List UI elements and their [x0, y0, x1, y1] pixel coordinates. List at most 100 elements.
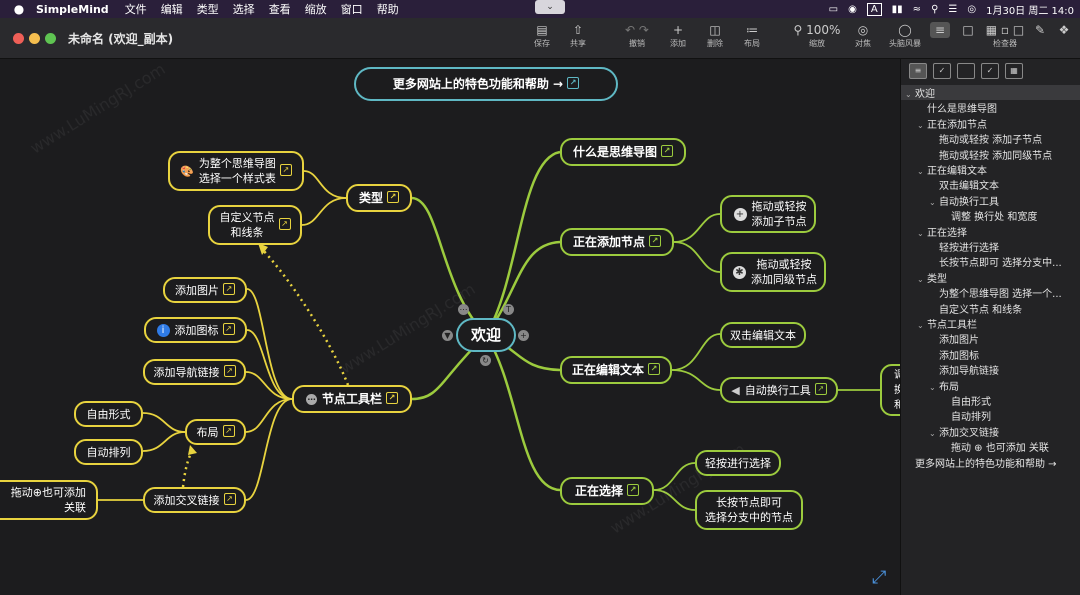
link-icon[interactable]: ↗ — [279, 164, 292, 176]
outline-item[interactable]: ⌄ 自动换行工具 — [901, 193, 1080, 208]
menu-edit[interactable]: 编辑 — [161, 1, 183, 17]
outline-item[interactable]: 自定义节点 和线条 — [901, 301, 1080, 316]
chevron-down-icon[interactable]: ⌄ — [929, 198, 939, 207]
battery-icon[interactable]: ▮▮ — [892, 4, 903, 15]
zoom-control[interactable]: ⚲ 100% 缩放 — [792, 22, 842, 49]
minimize-window-button[interactable] — [29, 33, 40, 44]
menu-view[interactable]: 查看 — [269, 1, 291, 17]
link-icon[interactable]: ↗ — [661, 145, 673, 157]
link-icon[interactable]: ↗ — [386, 392, 398, 404]
brush-button[interactable]: ✎ — [1030, 22, 1050, 38]
wifi-icon[interactable]: ≈ — [913, 4, 921, 15]
auto-arrange-node[interactable]: 自动排列 — [74, 439, 143, 465]
text-icon[interactable]: T — [503, 304, 514, 315]
outline-item[interactable]: ⌄ 布局 — [901, 378, 1080, 393]
free-form-node[interactable]: 自由形式 — [74, 401, 143, 427]
mindmap-canvas[interactable]: www.LuMingRJ.com www.LuMingRJ.com www.Lu… — [0, 59, 900, 595]
outline-item[interactable]: 轻按进行选择 — [901, 239, 1080, 254]
layout-button[interactable]: ≔ 布局 — [732, 22, 772, 49]
outline-item[interactable]: ⌄ 类型 — [901, 270, 1080, 285]
outline-item[interactable]: ⌄ 添加交叉链接 — [901, 424, 1080, 439]
what-is-mindmap-node[interactable]: 什么是思维导图 ↗ — [560, 138, 686, 166]
apple-menu-icon[interactable]: ● — [12, 2, 26, 16]
outline-item[interactable]: ⌄ 节点工具栏 — [901, 316, 1080, 331]
double-click-edit-node[interactable]: 双击编辑文本 — [720, 322, 806, 348]
selecting-node[interactable]: 正在选择 ↗ — [560, 477, 654, 505]
inspector-button[interactable]: ▦ ▫ □ 检查器 — [984, 22, 1026, 49]
add-button[interactable]: + 添加 — [658, 22, 698, 49]
relation-icon[interactable]: ↻ — [480, 355, 491, 366]
fit-to-screen-icon[interactable]: ⤢ — [872, 567, 886, 588]
siri-icon[interactable]: ◎ — [967, 4, 976, 15]
external-link-icon[interactable]: ↗ — [567, 77, 580, 89]
node-toolbar-node[interactable]: ⋯ 节点工具栏 ↗ — [292, 385, 412, 413]
chevron-down-icon[interactable]: ⌄ — [917, 321, 927, 330]
outline-item[interactable]: 为整个思维导图 选择一个... — [901, 285, 1080, 300]
focus-button[interactable]: ◎ 对焦 — [843, 22, 883, 49]
chevron-down-icon[interactable]: ⌄ — [917, 121, 927, 130]
outline-item[interactable]: 双击编辑文本 — [901, 177, 1080, 192]
share-button[interactable]: ⇧ 共享 — [558, 22, 598, 49]
adding-nodes-node[interactable]: 正在添加节点 ↗ — [560, 228, 674, 256]
clock-text[interactable]: 1月30日 周二 14:0 — [986, 2, 1074, 17]
undo-button[interactable]: ↶ ↷ 撤销 — [617, 22, 657, 49]
add-image-node[interactable]: 添加图片 ↗ — [163, 277, 247, 303]
outline-item[interactable]: 更多网站上的特色功能和帮助 → — [901, 455, 1080, 470]
menu-zoom[interactable]: 缩放 — [305, 1, 327, 17]
outline-tab-icon[interactable]: ≡ — [909, 63, 927, 79]
add-child-node[interactable]: + 拖动或轻按 添加子节点 — [720, 195, 816, 233]
outline-item[interactable]: 拖动或轻按 添加同级节点 — [901, 147, 1080, 162]
chevron-down-icon[interactable]: ⌄ — [905, 90, 915, 99]
more-options-icon[interactable]: ⋯ — [458, 304, 469, 315]
type-node[interactable]: 类型 ↗ — [346, 184, 412, 212]
add-nav-link-node[interactable]: 添加导航链接 ↗ — [143, 359, 246, 385]
outline-item[interactable]: 调整 换行处 和宽度 — [901, 208, 1080, 223]
link-icon[interactable]: ↗ — [648, 363, 660, 375]
long-press-node[interactable]: 长按节点即可 选择分支中的节点 — [695, 490, 803, 530]
chevron-down-icon[interactable]: ⌄ — [917, 167, 927, 176]
outline-item[interactable]: 拖动 ⊕ 也可添加 关联 — [901, 439, 1080, 454]
vpn-icon[interactable]: ◉ — [848, 4, 857, 15]
editing-text-node[interactable]: 正在编辑文本 ↗ — [560, 356, 672, 384]
link-icon[interactable]: ↗ — [223, 283, 235, 295]
outline-item[interactable]: 什么是思维导图 — [901, 100, 1080, 115]
chevron-down-icon[interactable]: ⌄ — [917, 275, 927, 284]
link-icon[interactable]: ↗ — [387, 191, 399, 203]
chevron-down-icon[interactable]: ⌄ — [929, 383, 939, 392]
choose-stylesheet-node[interactable]: 🎨 为整个思维导图 选择一个样式表 ↗ — [168, 151, 304, 191]
link-icon[interactable]: ↗ — [222, 323, 235, 335]
collapse-icon[interactable]: ▼ — [442, 330, 453, 341]
outline-item[interactable]: ⌄ 正在选择 — [901, 224, 1080, 239]
outline-item[interactable]: 拖动或轻按 添加子节点 — [901, 131, 1080, 146]
add-sibling-node[interactable]: ✱ 拖动或轻按 添加同级节点 — [720, 252, 826, 292]
link-icon[interactable]: ↗ — [649, 235, 661, 247]
add-cross-link-node[interactable]: 添加交叉链接 ↗ — [143, 487, 246, 513]
display-icon[interactable]: ▭ — [829, 4, 838, 15]
menu-file[interactable]: 文件 — [125, 1, 147, 17]
palette-button[interactable]: ❖ — [1054, 22, 1074, 38]
chevron-down-icon[interactable]: ⌄ — [535, 0, 565, 14]
notes-tab-icon[interactable] — [957, 63, 975, 79]
auto-wrap-node[interactable]: ◀ 自动换行工具 ↗ — [720, 377, 838, 403]
chevron-down-icon[interactable]: ⌄ — [917, 229, 927, 238]
menu-window[interactable]: 窗口 — [341, 1, 363, 17]
adjust-wrap-node[interactable]: 调换和 — [880, 364, 900, 416]
control-center-icon[interactable]: ☰ — [948, 4, 957, 15]
input-method-badge[interactable]: A — [866, 2, 882, 16]
outline-item[interactable]: ⌄ 正在编辑文本 — [901, 162, 1080, 177]
app-menu[interactable]: SimpleMind — [36, 3, 109, 16]
link-icon[interactable]: ↗ — [627, 484, 639, 496]
outline-item[interactable]: 添加导航链接 — [901, 362, 1080, 377]
tasks-tab-icon[interactable]: ✓ — [981, 63, 999, 79]
add-child-icon[interactable]: + — [518, 330, 529, 341]
outline-item[interactable]: ⌄ 正在添加节点 — [901, 116, 1080, 131]
checklist-tab-icon[interactable]: ✓ — [933, 63, 951, 79]
outline-item[interactable]: 添加图片 — [901, 331, 1080, 346]
outline-toggle-button[interactable]: ≡ — [930, 22, 950, 38]
link-icon[interactable]: ↗ — [222, 425, 235, 437]
link-icon[interactable]: ↗ — [278, 218, 291, 230]
drag-relation-node[interactable]: 拖动⊕也可添加 关联 — [0, 480, 98, 520]
custom-nodes-node[interactable]: 自定义节点 和线条 ↗ — [208, 205, 302, 245]
menu-select[interactable]: 选择 — [233, 1, 255, 17]
link-icon[interactable]: ↗ — [223, 493, 236, 505]
